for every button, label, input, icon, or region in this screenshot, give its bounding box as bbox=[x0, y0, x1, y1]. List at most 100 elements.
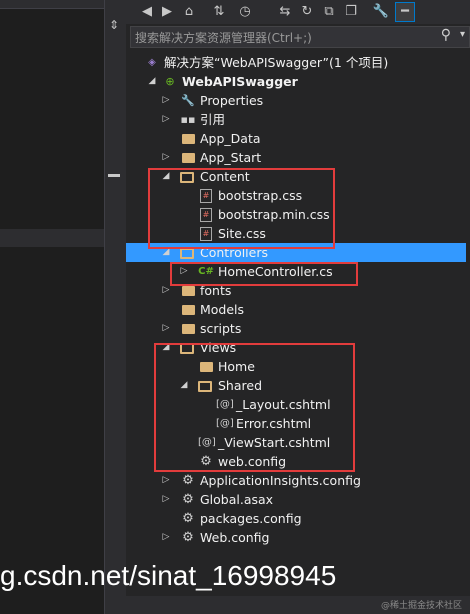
tree-item-error-cshtml[interactable]: [@] Error.cshtml bbox=[126, 414, 466, 433]
tree-item-label: App_Data bbox=[200, 131, 261, 146]
url-watermark: g.csdn.net/sinat_16998945 bbox=[0, 560, 337, 591]
collapsed-arrow-icon[interactable]: ▷ bbox=[160, 148, 172, 167]
tree-item-label: Properties bbox=[200, 93, 264, 108]
sync-icon[interactable]: ⇅ bbox=[210, 3, 228, 21]
solution-explorer-toolbar: ◀ ▶ ⌂ ⇅ ◷ ⇆ ↻ ⧉ ❐ 🔧 ━ bbox=[126, 0, 470, 24]
tree-item-bootstrap-css[interactable]: # bootstrap.css bbox=[126, 186, 466, 205]
tree-item-site-css[interactable]: # Site.css bbox=[126, 224, 466, 243]
collapsed-arrow-icon[interactable]: ▷ bbox=[160, 528, 172, 547]
tree-item-views[interactable]: ◢ Views bbox=[126, 338, 466, 357]
tree-item-content[interactable]: ◢ Content bbox=[126, 167, 466, 186]
tree-item-solution[interactable]: ◈ 解决方案“WebAPISwagger”(1 个项目) bbox=[126, 53, 466, 72]
expanded-arrow-icon[interactable]: ◢ bbox=[160, 167, 172, 186]
split-grip-icon[interactable]: ⇕ bbox=[109, 18, 119, 32]
tree-item-scripts[interactable]: ▷ scripts bbox=[126, 319, 466, 338]
expanded-arrow-icon[interactable]: ◢ bbox=[160, 243, 172, 262]
tree-item-global-asax[interactable]: ▷ ⚙ Global.asax bbox=[126, 490, 466, 509]
tree-item-viewstart-cshtml[interactable]: [@] _ViewStart.cshtml bbox=[126, 433, 466, 452]
css-file-icon: # bbox=[200, 208, 212, 222]
tree-item-app-insights[interactable]: ▷ ⚙ ApplicationInsights.config bbox=[126, 471, 466, 490]
tree-item-label: Shared bbox=[218, 378, 263, 393]
tree-item-layout-cshtml[interactable]: [@] _Layout.cshtml bbox=[126, 395, 466, 414]
solution-icon: ◈ bbox=[148, 57, 156, 68]
home-icon[interactable]: ⌂ bbox=[180, 3, 198, 21]
config-file-icon: ⚙ bbox=[182, 511, 194, 526]
collapsed-arrow-icon[interactable]: ▷ bbox=[160, 471, 172, 490]
config-file-icon: ⚙ bbox=[182, 530, 194, 545]
search-icon[interactable]: ⚲ bbox=[441, 27, 451, 43]
collapsed-arrow-icon[interactable]: ▷ bbox=[178, 262, 190, 281]
tree-item-label: Views bbox=[200, 340, 237, 355]
editor-tab-strip bbox=[0, 0, 104, 9]
tree-item-label: fonts bbox=[200, 283, 232, 298]
properties-icon[interactable]: 🔧 bbox=[372, 3, 390, 21]
chevron-down-icon[interactable]: ▾ bbox=[460, 29, 465, 40]
tree-item-web-config[interactable]: ▷ ⚙ Web.config bbox=[126, 528, 466, 547]
tree-item-label: Content bbox=[200, 169, 250, 184]
folder-icon bbox=[182, 286, 195, 296]
asax-file-icon: ⚙ bbox=[182, 492, 194, 507]
copy-icon[interactable]: ❐ bbox=[342, 3, 360, 21]
expanded-arrow-icon[interactable]: ◢ bbox=[178, 376, 190, 395]
tree-item-label: scripts bbox=[200, 321, 242, 336]
refresh-icon[interactable]: ↻ bbox=[298, 3, 316, 21]
folder-icon bbox=[182, 153, 195, 163]
pending-icon[interactable]: ⧉ bbox=[320, 3, 338, 21]
tree-item-app-data[interactable]: App_Data bbox=[126, 129, 466, 148]
tree-item-label: web.config bbox=[218, 454, 287, 469]
collapsed-arrow-icon[interactable]: ▷ bbox=[160, 319, 172, 338]
folder-open-icon bbox=[180, 343, 194, 354]
css-file-icon: # bbox=[200, 189, 212, 203]
expanded-arrow-icon[interactable]: ◢ bbox=[160, 338, 172, 357]
tree-item-app-start[interactable]: ▷ App_Start bbox=[126, 148, 466, 167]
tree-item-controllers[interactable]: ◢ Controllers bbox=[126, 243, 466, 262]
editor-split-bar bbox=[0, 229, 104, 247]
wrench-icon: 🔧 bbox=[181, 94, 195, 107]
search-input[interactable]: 搜索解决方案资源管理器(Ctrl+;) ⚲ ▾ bbox=[130, 26, 470, 48]
tree-item-label: packages.config bbox=[200, 511, 302, 526]
forward-icon[interactable]: ▶ bbox=[158, 3, 176, 21]
tree-item-label: _ViewStart.cshtml bbox=[218, 435, 331, 450]
collapse-icon[interactable]: ⇆ bbox=[276, 3, 294, 21]
collapsed-arrow-icon[interactable]: ▷ bbox=[160, 110, 172, 129]
expanded-arrow-icon[interactable]: ◢ bbox=[146, 72, 158, 91]
tree-item-project[interactable]: ◢ ⊕ WebAPISwagger bbox=[126, 72, 466, 91]
credit-watermark: @稀土掘金技术社区 bbox=[380, 601, 462, 611]
razor-file-icon: [@] bbox=[216, 418, 234, 429]
tree-item-fonts[interactable]: ▷ fonts bbox=[126, 281, 466, 300]
folder-open-icon bbox=[180, 248, 194, 259]
folder-open-icon bbox=[180, 172, 194, 183]
tree-item-views-webconfig[interactable]: ⚙ web.config bbox=[126, 452, 466, 471]
tree-item-models[interactable]: Models bbox=[126, 300, 466, 319]
tree-item-packages-config[interactable]: ⚙ packages.config bbox=[126, 509, 466, 528]
folder-icon bbox=[182, 324, 195, 334]
tree-item-label: Site.css bbox=[218, 226, 266, 241]
back-icon[interactable]: ◀ bbox=[138, 3, 156, 21]
preview-icon[interactable]: ━ bbox=[395, 2, 415, 22]
editor-vertical-scrollbar[interactable]: ⇕ bbox=[104, 0, 123, 614]
tree-item-references[interactable]: ▷ ▪▪ 引用 bbox=[126, 110, 466, 129]
tree-item-bootstrap-min-css[interactable]: # bootstrap.min.css bbox=[126, 205, 466, 224]
tree-item-views-shared[interactable]: ◢ Shared bbox=[126, 376, 466, 395]
solution-explorer: ◀ ▶ ⌂ ⇅ ◷ ⇆ ↻ ⧉ ❐ 🔧 ━ 搜索解决方案资源管理器(Ctrl+;… bbox=[122, 0, 470, 614]
tree-item-views-home[interactable]: Home bbox=[126, 357, 466, 376]
tree-item-label: App_Start bbox=[200, 150, 262, 165]
css-file-icon: # bbox=[200, 227, 212, 241]
collapsed-arrow-icon[interactable]: ▷ bbox=[160, 91, 172, 110]
tree-item-properties[interactable]: ▷ 🔧 Properties bbox=[126, 91, 466, 110]
csharp-file-icon: C# bbox=[198, 266, 214, 277]
collapsed-arrow-icon[interactable]: ▷ bbox=[160, 281, 172, 300]
tree-item-home-controller[interactable]: ▷ C# HomeController.cs bbox=[126, 262, 466, 281]
folder-icon bbox=[182, 305, 195, 315]
tree-item-label: 引用 bbox=[200, 112, 226, 127]
config-file-icon: ⚙ bbox=[182, 473, 194, 488]
folder-icon bbox=[182, 134, 195, 144]
tree-item-label: Controllers bbox=[200, 245, 268, 260]
collapsed-arrow-icon[interactable]: ▷ bbox=[160, 490, 172, 509]
tree-item-label: bootstrap.css bbox=[218, 188, 303, 203]
config-file-icon: ⚙ bbox=[200, 454, 212, 469]
tree-item-label: Models bbox=[200, 302, 245, 317]
scroll-thumb[interactable] bbox=[108, 174, 120, 177]
history-icon[interactable]: ◷ bbox=[236, 3, 254, 21]
web-project-icon: ⊕ bbox=[165, 75, 175, 88]
